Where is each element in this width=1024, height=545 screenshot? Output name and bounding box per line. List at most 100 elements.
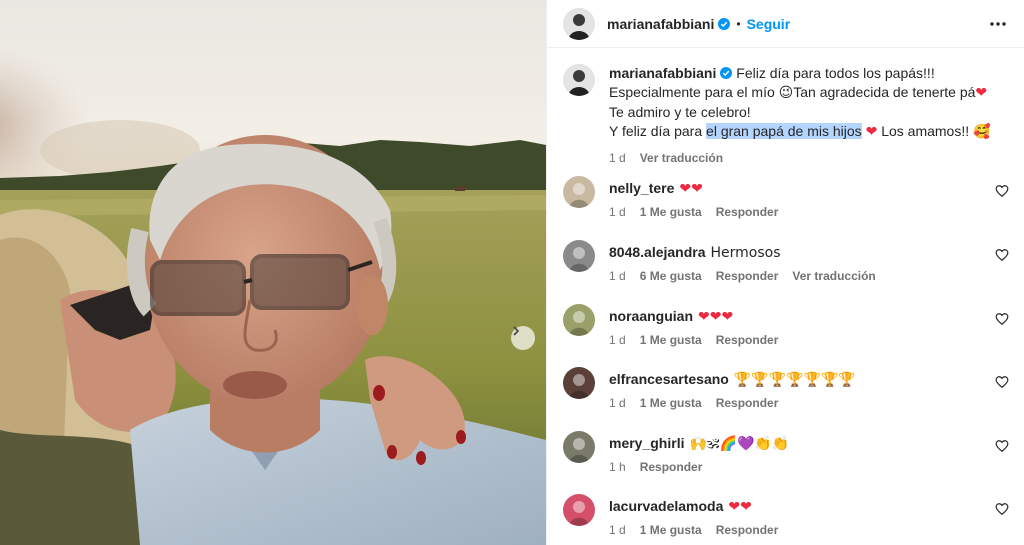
comment-text-line: elfrancesartesano 🏆🏆🏆🏆🏆🏆🏆 — [609, 370, 1009, 389]
comment-row: noraanguian ❤❤❤ 1 d 1 Me gusta Responder — [563, 304, 1009, 347]
commenter-avatar[interactable] — [563, 494, 595, 526]
see-translation-link[interactable]: Ver traducción — [640, 151, 723, 165]
comment-meta: 1 d 1 Me gusta Responder — [609, 396, 1009, 410]
comment-time: 1 d — [609, 205, 626, 219]
comment-meta: 1 d 1 Me gusta Responder — [609, 205, 1009, 219]
like-comment-heart-icon[interactable] — [995, 248, 1009, 262]
reply-button[interactable]: Responder — [640, 460, 703, 474]
smiling-hearts-emoji: 🥰 — [973, 124, 991, 140]
reply-button[interactable]: Responder — [716, 205, 779, 219]
caption-line-4a: Y feliz día para — [609, 123, 707, 139]
caption-line-4b: Los amamos!! — [877, 123, 974, 139]
commenter-avatar[interactable] — [563, 240, 595, 272]
comment-text: 🏆🏆🏆🏆🏆🏆🏆 — [733, 372, 856, 388]
photo-illustration — [0, 0, 546, 545]
comment-row: lacurvadelamoda ❤❤ 1 d 1 Me gusta Responder — [563, 494, 1009, 537]
comment-meta: 1 d 1 Me gusta Responder — [609, 333, 1009, 347]
avatar-image — [563, 7, 595, 40]
comment-likes[interactable]: 1 Me gusta — [640, 523, 702, 537]
caption-username[interactable]: marianafabbiani — [609, 65, 716, 81]
comment-hearts: ❤❤ — [679, 181, 703, 197]
like-comment-heart-icon[interactable] — [995, 375, 1009, 389]
more-options-button[interactable] — [986, 12, 1010, 36]
comment-text-line: lacurvadelamoda ❤❤ — [609, 497, 1009, 516]
comment-time: 1 h — [609, 460, 626, 474]
caption-line-3: Te admiro y te celebro! — [609, 104, 751, 120]
reply-button[interactable]: Responder — [716, 269, 779, 283]
commenter-username[interactable]: nelly_tere — [609, 180, 674, 196]
comment-text-line: noraanguian ❤❤❤ — [609, 307, 1009, 326]
comment-time: 1 d — [609, 269, 626, 283]
comment-likes[interactable]: 1 Me gusta — [640, 205, 702, 219]
commenter-username[interactable]: 8048.alejandra — [609, 244, 706, 260]
comment-hearts: ❤❤ — [728, 499, 752, 515]
wink-emoji: 😉 — [778, 85, 794, 101]
comment-body: 8048.alejandra Hermosos 1 d 6 Me gusta Respo… — [609, 240, 1009, 283]
avatar-image — [563, 64, 595, 96]
avatar-image — [569, 247, 589, 272]
comment-text-line: nelly_tere ❤❤ — [609, 179, 1009, 198]
separator-dot: • — [736, 16, 741, 31]
comment-likes[interactable]: 6 Me gusta — [640, 269, 702, 283]
post-caption: marianafabbiani Feliz día para todos los… — [563, 64, 1003, 168]
comment-likes[interactable]: 1 Me gusta — [640, 333, 702, 347]
comment-text: Hermosos — [710, 245, 781, 261]
commenter-avatar[interactable] — [563, 176, 595, 208]
post-header: marianafabbiani • Seguir — [547, 0, 1024, 48]
comment-text: 🙌🕉🌈💜👏👏 — [689, 436, 790, 452]
commenter-username[interactable]: mery_ghirli — [609, 435, 684, 451]
post-side-panel: marianafabbiani • Seguir marianafabbiani — [546, 0, 1024, 545]
commenter-username[interactable]: noraanguian — [609, 308, 693, 324]
avatar[interactable] — [563, 7, 595, 40]
comment-time: 1 d — [609, 523, 626, 537]
like-comment-heart-icon[interactable] — [995, 439, 1009, 453]
chevron-right-icon — [513, 326, 520, 336]
reply-button[interactable]: Responder — [716, 396, 779, 410]
comment-meta: 1 d 6 Me gusta Responder Ver traducción — [609, 269, 1009, 283]
comment-body: lacurvadelamoda ❤❤ 1 d 1 Me gusta Responder — [609, 494, 1009, 537]
comment-row: mery_ghirli 🙌🕉🌈💜👏👏 1 h Responder — [563, 431, 1009, 474]
heart-emoji: ❤ — [865, 124, 878, 140]
commenter-username[interactable]: elfrancesartesano — [609, 371, 729, 387]
comment-body: mery_ghirli 🙌🕉🌈💜👏👏 1 h Responder — [609, 431, 1009, 474]
heart-emoji: ❤ — [975, 85, 988, 101]
more-options-icon — [990, 22, 1006, 26]
post-photo — [0, 0, 546, 545]
reply-button[interactable]: Responder — [716, 333, 779, 347]
avatar-image — [569, 374, 589, 399]
like-comment-heart-icon[interactable] — [995, 312, 1009, 326]
comment-body: nelly_tere ❤❤ 1 d 1 Me gusta Responder — [609, 176, 1009, 219]
carousel-next-button[interactable] — [511, 326, 535, 350]
header-username[interactable]: marianafabbiani — [607, 16, 714, 32]
comment-meta: 1 d 1 Me gusta Responder — [609, 523, 1009, 537]
comment-hearts: ❤❤❤ — [698, 309, 734, 325]
comment-meta: 1 h Responder — [609, 460, 1009, 474]
follow-button[interactable]: Seguir — [747, 16, 791, 32]
comment-time: 1 d — [609, 396, 626, 410]
comment-row: 8048.alejandra Hermosos 1 d 6 Me gusta Respo… — [563, 240, 1009, 283]
caption-text: marianafabbiani Feliz día para todos los… — [609, 64, 990, 168]
reply-button[interactable]: Responder — [716, 523, 779, 537]
caption-line-2a: Especialmente para el mío — [609, 84, 779, 100]
comment-text-line: mery_ghirli 🙌🕉🌈💜👏👏 — [609, 434, 1009, 453]
comment-body: elfrancesartesano 🏆🏆🏆🏆🏆🏆🏆 1 d 1 Me gusta Res… — [609, 367, 1009, 410]
caption-meta: 1 d Ver traducción — [609, 149, 990, 168]
avatar-image — [569, 183, 589, 208]
commenter-username[interactable]: lacurvadelamoda — [609, 498, 723, 514]
commenter-avatar[interactable] — [563, 304, 595, 336]
like-comment-heart-icon[interactable] — [995, 502, 1009, 516]
comment-row: elfrancesartesano 🏆🏆🏆🏆🏆🏆🏆 1 d 1 Me gusta Res… — [563, 367, 1009, 410]
comment-likes[interactable]: 1 Me gusta — [640, 396, 702, 410]
comment-body: noraanguian ❤❤❤ 1 d 1 Me gusta Responder — [609, 304, 1009, 347]
commenter-avatar[interactable] — [563, 431, 595, 463]
caption-line-2b: Tan agradecida de tenerte pá — [793, 84, 976, 100]
see-translation-link[interactable]: Ver traducción — [792, 269, 875, 283]
like-comment-heart-icon[interactable] — [995, 184, 1009, 198]
avatar-image — [569, 311, 589, 336]
avatar-image — [569, 501, 589, 526]
caption-avatar[interactable] — [563, 64, 595, 96]
verified-badge-icon — [720, 67, 733, 79]
commenter-avatar[interactable] — [563, 367, 595, 399]
caption-line-1: Feliz día para todos los papás!!! — [736, 65, 935, 81]
caption-highlighted-text: el gran papá de mis hijos — [706, 123, 862, 139]
